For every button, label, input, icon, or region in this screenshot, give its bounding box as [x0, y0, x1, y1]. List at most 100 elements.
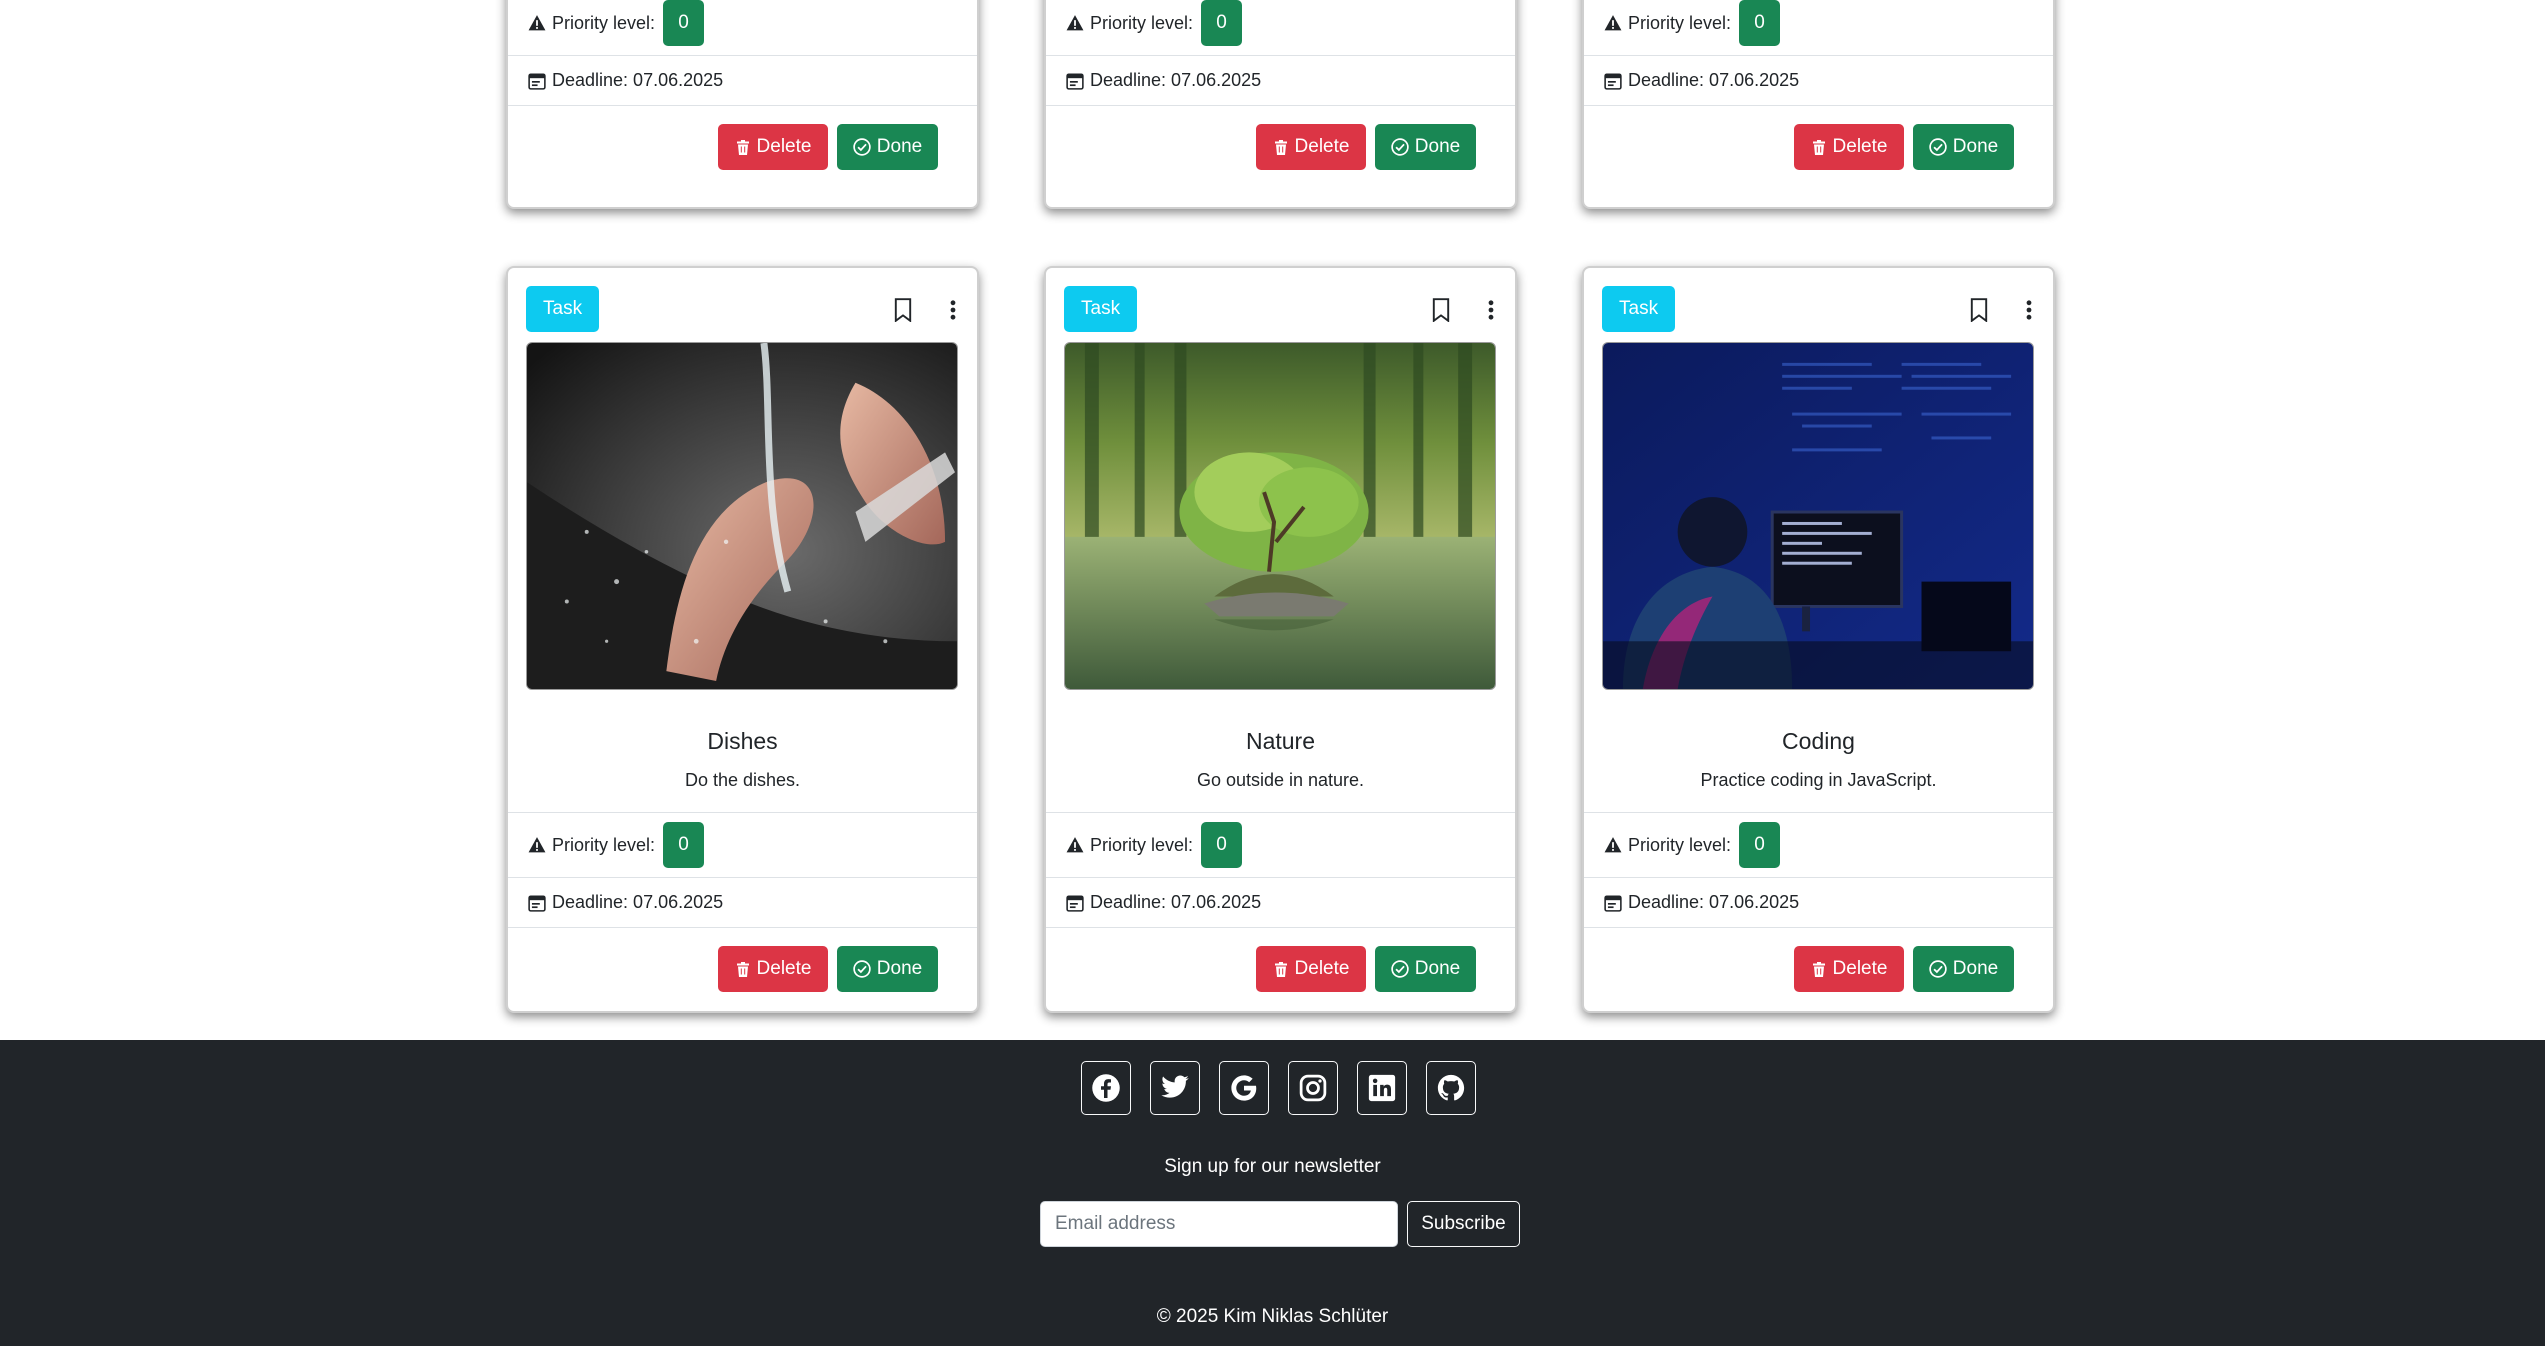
card-text: Practice coding in JavaScript. [1700, 770, 1937, 790]
task-badge: Task [1602, 286, 1676, 332]
deadline-row: Deadline: 07.06.2025 [1046, 878, 1515, 928]
delete-button[interactable]: Delete [718, 946, 828, 992]
priority-label: Priority level: [1090, 834, 1194, 855]
dishes-image [527, 343, 957, 689]
priority-row: Priority level: 0 [1046, 812, 1515, 878]
delete-label: Delete [1294, 958, 1350, 979]
task-card: Task [1582, 266, 2055, 1013]
card-title: Coding [1782, 728, 1855, 754]
task-card: Task Dishes Do the dishes. Priority leve… [506, 266, 979, 1013]
trash-icon [736, 139, 749, 155]
calendar-icon [1066, 894, 1084, 912]
delete-label: Delete [1832, 958, 1888, 979]
card-image [1602, 342, 2034, 690]
priority-row: Priority level: 0 [508, 812, 977, 878]
card-text: Do the dishes. [684, 770, 801, 790]
priority-row: Priority level: 0 [1046, 0, 1515, 56]
delete-button[interactable]: Delete [1794, 946, 1904, 992]
card-image [1064, 342, 1496, 690]
check-circle-icon [1391, 960, 1409, 978]
warning-icon [528, 837, 546, 853]
priority-row: Priority level: 0 [1584, 812, 2053, 878]
trash-icon [1812, 139, 1825, 155]
warning-icon [1066, 837, 1084, 853]
priority-label: Priority level: [1090, 12, 1194, 33]
done-button[interactable]: Done [1375, 124, 1476, 170]
delete-button[interactable]: Delete [1256, 124, 1366, 170]
delete-label: Delete [756, 136, 812, 157]
check-circle-icon [853, 138, 871, 156]
facebook-link[interactable] [1081, 1061, 1131, 1115]
done-label: Done [1414, 136, 1461, 157]
google-link[interactable] [1219, 1061, 1269, 1115]
deadline-text: Deadline: 07.06.2025 [1628, 892, 1800, 912]
bookmark-icon[interactable] [1431, 298, 1451, 322]
priority-label: Priority level: [552, 12, 656, 33]
twitter-link[interactable] [1150, 1061, 1200, 1115]
subscribe-button[interactable]: Subscribe [1407, 1201, 1520, 1247]
email-input[interactable] [1040, 1201, 1398, 1247]
priority-badge: 0 [663, 0, 705, 46]
deadline-row: Deadline: 07.06.2025 [1046, 56, 1515, 106]
nature-image [1065, 343, 1495, 689]
copyright-text: © 2025 Kim Niklas Schlüter [1156, 1306, 1389, 1327]
done-label: Done [1952, 958, 1999, 979]
priority-label: Priority level: [552, 834, 656, 855]
warning-icon [1604, 15, 1622, 31]
page: Priority level: 0 Deadline: 07.06.2025 D… [0, 0, 2545, 1346]
instagram-icon [1299, 1074, 1327, 1102]
card-image [526, 342, 958, 690]
done-button[interactable]: Done [837, 124, 938, 170]
facebook-icon [1092, 1074, 1120, 1102]
calendar-icon [1604, 894, 1622, 912]
done-label: Done [1952, 136, 1999, 157]
delete-button[interactable]: Delete [1794, 124, 1904, 170]
task-card: Priority level: 0 Deadline: 07.06.2025 D… [1044, 0, 1517, 209]
delete-label: Delete [756, 958, 812, 979]
priority-badge: 0 [1201, 822, 1243, 868]
trash-icon [1812, 961, 1825, 977]
task-badge: Task [1064, 286, 1138, 332]
delete-button[interactable]: Delete [1256, 946, 1366, 992]
trash-icon [1274, 139, 1287, 155]
priority-badge: 0 [1739, 0, 1781, 46]
bookmark-icon[interactable] [893, 298, 913, 322]
twitter-icon [1161, 1075, 1189, 1098]
coding-image [1603, 343, 2033, 689]
newsletter-label: Sign up for our newsletter [1164, 1156, 1381, 1177]
priority-badge: 0 [1201, 0, 1243, 46]
linkedin-icon [1368, 1074, 1396, 1102]
card-text: Go outside in nature. [1196, 770, 1365, 790]
done-label: Done [876, 136, 923, 157]
github-link[interactable] [1426, 1061, 1476, 1115]
done-button[interactable]: Done [1375, 946, 1476, 992]
done-button[interactable]: Done [837, 946, 938, 992]
more-vertical-icon[interactable] [947, 298, 959, 322]
deadline-row: Deadline: 07.06.2025 [1584, 878, 2053, 928]
check-circle-icon [1929, 960, 1947, 978]
warning-icon [1604, 837, 1622, 853]
more-vertical-icon[interactable] [2023, 298, 2035, 322]
delete-button[interactable]: Delete [718, 124, 828, 170]
deadline-text: Deadline: 07.06.2025 [1090, 70, 1262, 90]
deadline-text: Deadline: 07.06.2025 [1628, 70, 1800, 90]
delete-label: Delete [1294, 136, 1350, 157]
done-label: Done [1414, 958, 1461, 979]
instagram-link[interactable] [1288, 1061, 1338, 1115]
deadline-row: Deadline: 07.06.2025 [1584, 56, 2053, 106]
done-button[interactable]: Done [1913, 946, 2014, 992]
calendar-icon [1604, 72, 1622, 90]
deadline-text: Deadline: 07.06.2025 [552, 70, 724, 90]
delete-label: Delete [1832, 136, 1888, 157]
check-circle-icon [1929, 138, 1947, 156]
github-icon [1437, 1074, 1465, 1101]
linkedin-link[interactable] [1357, 1061, 1407, 1115]
warning-icon [528, 15, 546, 31]
check-circle-icon [853, 960, 871, 978]
more-vertical-icon[interactable] [1485, 298, 1497, 322]
bookmark-icon[interactable] [1969, 298, 1989, 322]
deadline-text: Deadline: 07.06.2025 [1090, 892, 1262, 912]
social-links [1081, 1061, 1476, 1115]
done-label: Done [876, 958, 923, 979]
done-button[interactable]: Done [1913, 124, 2014, 170]
